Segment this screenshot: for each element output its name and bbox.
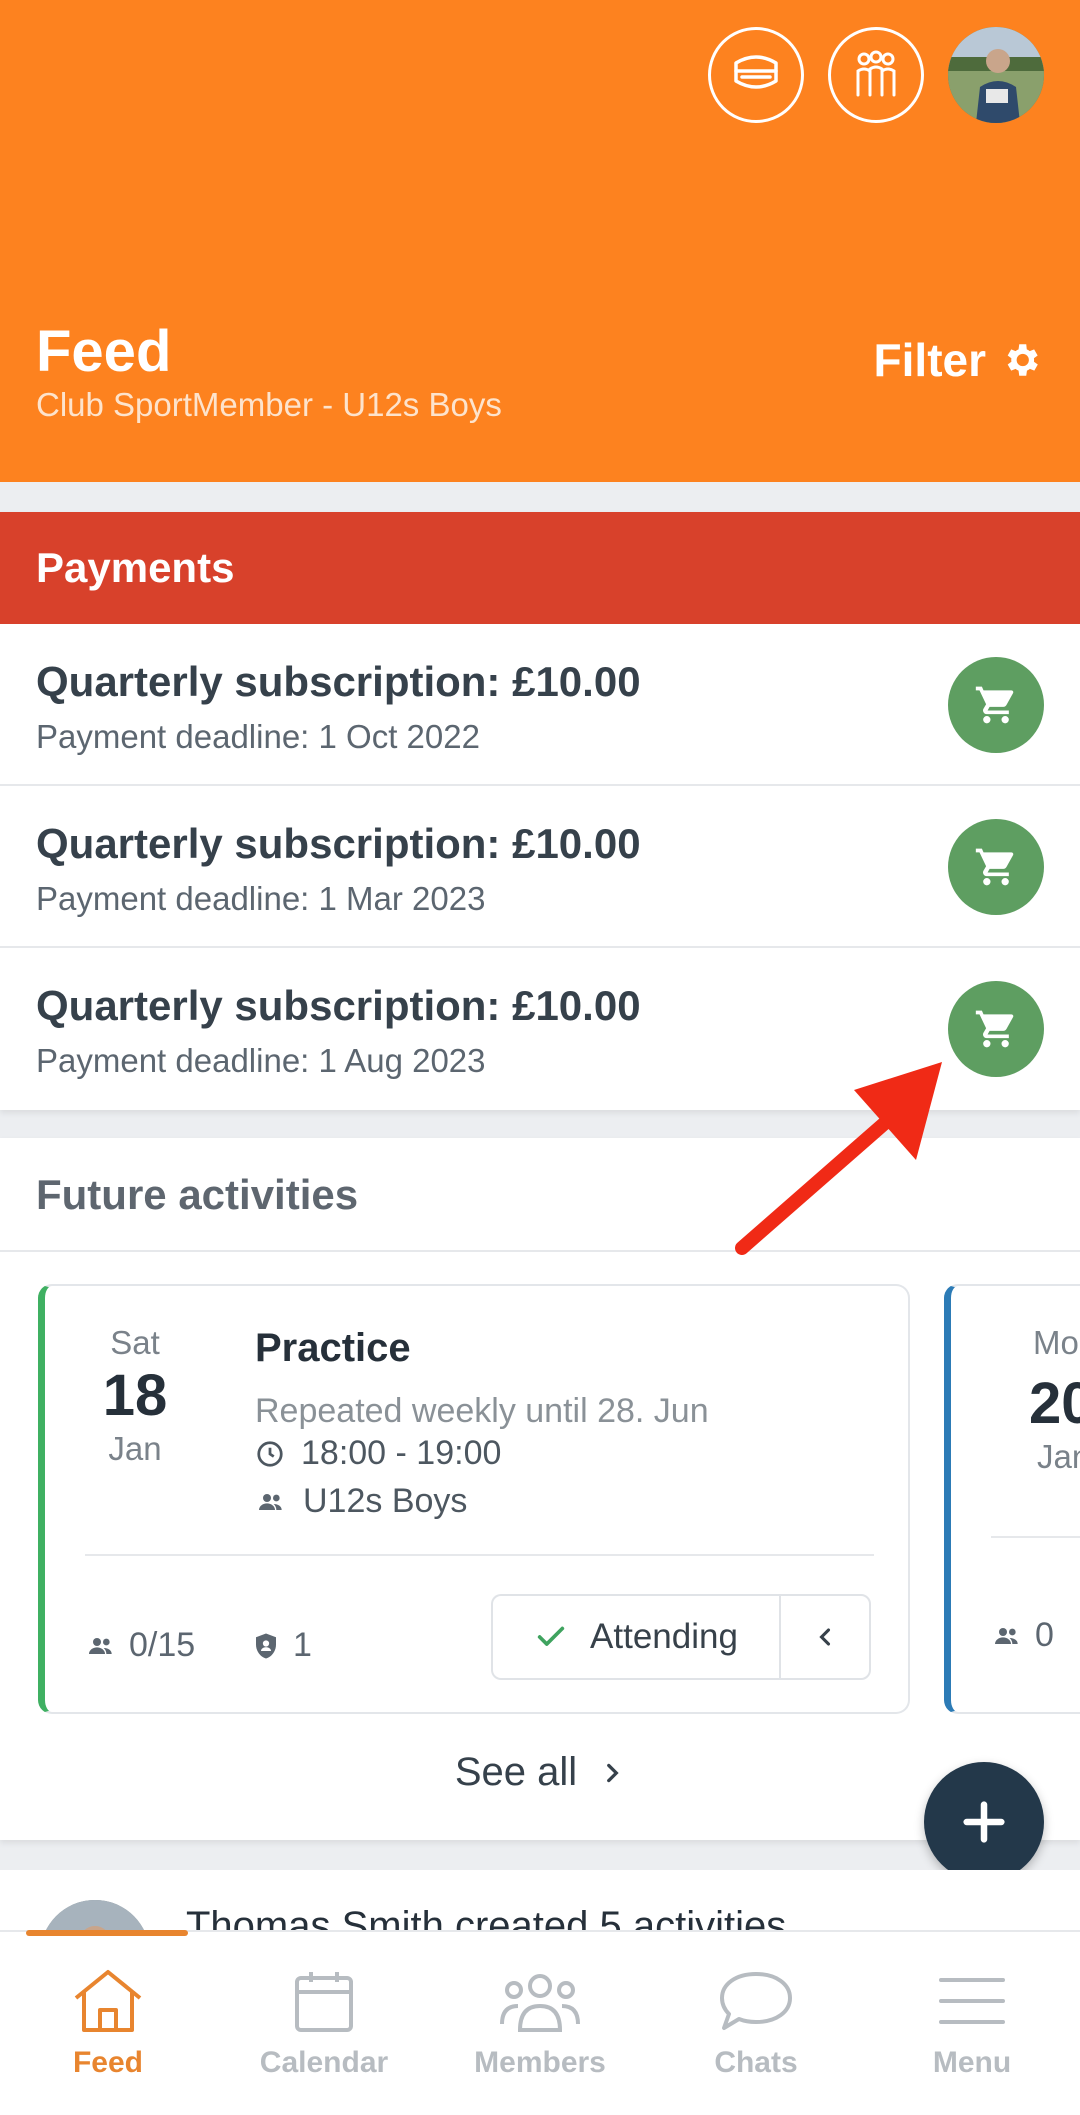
attending-label: Attending [590, 1617, 738, 1656]
chevron-right-icon [607, 1763, 619, 1782]
see-all-label: See all [454, 1750, 578, 1794]
activity-card[interactable]: Mo 20 Jan 0 [944, 1284, 1080, 1714]
activity-day: 20 [1029, 1371, 1080, 1436]
activity-group-text: U12s Boys [303, 1482, 468, 1520]
group-icon [259, 1493, 282, 1510]
team-badge-icon [734, 55, 778, 89]
coaches-count: 1 [251, 1626, 312, 1665]
cart-icon [975, 1010, 1014, 1048]
nav-menu[interactable]: Menu [864, 1932, 1080, 2115]
payment-deadline: Payment deadline: 1 Oct 2022 [36, 718, 480, 755]
chat-icon [720, 1972, 792, 2030]
chevron-left-icon [819, 1628, 831, 1646]
participants-icon [89, 1637, 112, 1654]
team-badge-button[interactable] [708, 27, 804, 123]
activity-date: Sat 18 Jan [85, 1324, 185, 1468]
pay-cart-button[interactable] [948, 981, 1044, 1077]
card-divider [85, 1554, 874, 1556]
activity-repeat: Repeated weekly until 28. Jun [255, 1392, 709, 1430]
activities-section: Future activities Sat 18 Jan Practice Re… [0, 1138, 1080, 1840]
rsvp-options-button[interactable] [779, 1594, 871, 1680]
participants-icon [995, 1627, 1018, 1644]
shield-person-icon [256, 1633, 276, 1658]
activity-group: U12s Boys [255, 1482, 467, 1521]
activity-day: 18 [102, 1363, 168, 1428]
activities-heading: Future activities [0, 1138, 1080, 1252]
menu-icon [939, 1978, 1005, 2024]
payments-heading: Payments [0, 512, 1080, 624]
members-group-button[interactable] [828, 27, 924, 123]
header-actions [708, 27, 1044, 123]
nav-members[interactable]: Members [432, 1932, 648, 2115]
clock-icon [257, 1440, 283, 1467]
nav-label: Members [474, 2046, 606, 2079]
coaches-text: 1 [293, 1626, 312, 1664]
card-divider [991, 1536, 1080, 1538]
payment-deadline: Payment deadline: 1 Mar 2023 [36, 880, 486, 917]
nav-calendar[interactable]: Calendar [216, 1932, 432, 2115]
members-group-icon [856, 50, 896, 97]
nav-label: Feed [72, 2046, 144, 2079]
home-icon [74, 1970, 142, 2032]
activity-title: Practice [255, 1326, 411, 1370]
page-title: Feed [36, 319, 172, 384]
participants-text: 0/15 [129, 1626, 196, 1664]
filter-button[interactable]: Filter [874, 333, 1042, 387]
nav-label: Menu [932, 2046, 1012, 2079]
activity-weekday: Sat [110, 1324, 160, 1361]
cart-icon [975, 848, 1014, 886]
payment-deadline: Payment deadline: 1 Aug 2023 [36, 1042, 486, 1079]
activity-card[interactable]: Sat 18 Jan Practice Repeated weekly unti… [38, 1284, 910, 1714]
payment-item[interactable]: Quarterly subscription: £10.00 Payment d… [0, 786, 1080, 948]
page-subtitle: Club SportMember - U12s Boys [36, 386, 502, 423]
nav-label: Chats [714, 2046, 798, 2079]
feed-header: Feed Club SportMember - U12s Boys Filter [0, 0, 1080, 482]
activity-weekday: Mo [1033, 1324, 1079, 1361]
payment-title: Quarterly subscription: £10.00 [36, 658, 641, 705]
add-button[interactable] [924, 1762, 1044, 1882]
payment-item[interactable]: Quarterly subscription: £10.00 Payment d… [0, 624, 1080, 786]
calendar-icon [295, 1972, 353, 2032]
nav-label: Calendar [259, 2046, 389, 2079]
check-icon [537, 1626, 565, 1646]
plus-icon [963, 1801, 1005, 1843]
participants-count: 0 [991, 1616, 1054, 1655]
participants-text: 0 [1035, 1616, 1054, 1654]
attending-button[interactable]: Attending [491, 1594, 779, 1680]
payment-item[interactable]: Quarterly subscription: £10.00 Payment d… [0, 948, 1080, 1110]
activity-month: Jan [108, 1430, 162, 1467]
participants-count: 0/15 [85, 1626, 195, 1665]
nav-chats[interactable]: Chats [648, 1932, 864, 2115]
pay-cart-button[interactable] [948, 657, 1044, 753]
filter-label: Filter [873, 334, 986, 386]
gear-icon [1007, 344, 1038, 376]
cart-icon [975, 686, 1014, 724]
bottom-nav: Feed Calendar Members Chats Menu [0, 1930, 1080, 2115]
payment-title: Quarterly subscription: £10.00 [36, 982, 641, 1029]
pay-cart-button[interactable] [948, 819, 1044, 915]
nav-feed[interactable]: Feed [0, 1932, 216, 2115]
payment-title: Quarterly subscription: £10.00 [36, 820, 641, 867]
profile-avatar[interactable] [948, 27, 1044, 123]
activity-month: Jan [1037, 1438, 1080, 1475]
activity-time-text: 18:00 - 19:00 [301, 1434, 502, 1472]
members-icon [500, 1974, 580, 2032]
activity-time: 18:00 - 19:00 [255, 1434, 501, 1473]
see-all-link[interactable]: See all [0, 1750, 1080, 1795]
payments-section: Payments Quarterly subscription: £10.00 … [0, 512, 1080, 1110]
